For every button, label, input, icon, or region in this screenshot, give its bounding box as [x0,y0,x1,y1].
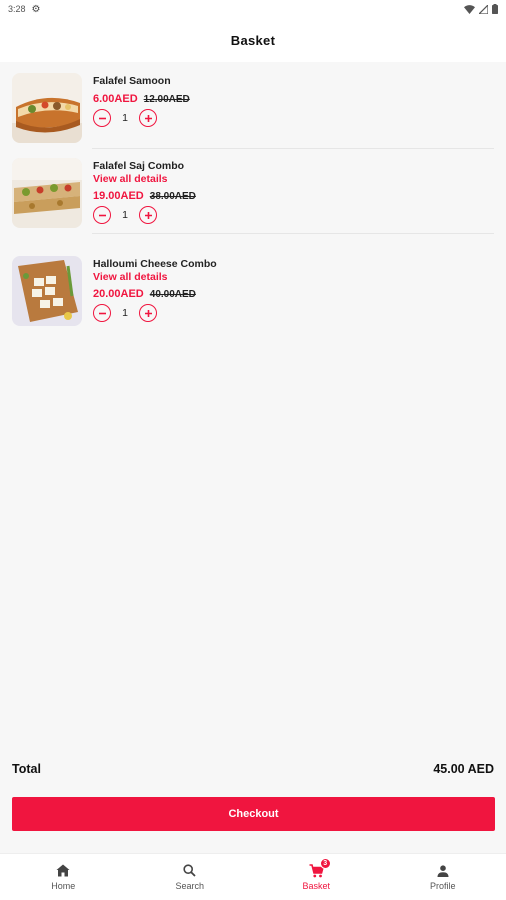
basket-item[interactable]: Halloumi Cheese Combo View all details 2… [12,256,494,326]
quantity-value: 1 [122,209,128,221]
nav-label: Home [51,880,76,891]
quantity-stepper: 1 [93,304,217,322]
nav-basket[interactable]: 3 Basket [253,854,380,900]
status-indicators [464,4,498,14]
nav-label: Basket [302,880,330,891]
item-name: Falafel Samoon [93,75,171,87]
status-time: 3:28 [8,4,26,14]
signal-icon [479,4,488,14]
plus-icon [144,211,152,219]
decrease-quantity-button[interactable] [93,304,111,322]
search-icon [183,864,196,878]
price-line: 6.00AED 12.00AED [93,93,190,105]
item-info: Falafel Samoon 6.00AED 12.00AED 1 [93,73,190,127]
plus-icon [144,114,152,122]
total-row: Total 45.00 AED [12,762,494,776]
battery-icon [492,4,498,14]
quantity-stepper: 1 [93,206,196,224]
item-name: Halloumi Cheese Combo [93,258,217,270]
home-icon [56,864,70,878]
minus-icon [98,117,106,119]
app-header: Basket [0,18,506,62]
settings-gear-icon: ⚙ [31,3,41,15]
item-old-price: 38.00AED [149,191,196,202]
item-price: 6.00AED [93,93,138,105]
nav-search[interactable]: Search [127,854,254,900]
total-value: 45.00 AED [433,762,494,776]
falafel-saj-combo-image [12,158,82,228]
basket-item[interactable]: Falafel Samoon 6.00AED 12.00AED 1 [12,73,494,149]
total-label: Total [12,762,41,776]
page-title: Basket [230,32,276,48]
basket-icon: 3 [309,857,331,878]
price-line: 19.00AED 38.00AED [93,190,196,202]
status-bar: 3:28 ⚙ [0,0,506,18]
quantity-value: 1 [122,112,128,124]
nav-home[interactable]: Home [0,854,127,900]
checkout-button[interactable]: Checkout [12,797,495,831]
minus-icon [98,214,106,216]
increase-quantity-button[interactable] [139,304,157,322]
falafel-samoon-image [12,73,82,143]
quantity-value: 1 [122,307,128,319]
view-details-link[interactable]: View all details [93,271,217,283]
item-price: 20.00AED [93,288,144,300]
item-info: Halloumi Cheese Combo View all details 2… [93,256,217,322]
item-old-price: 40.00AED [149,289,196,300]
halloumi-cheese-combo-image [12,256,82,326]
increase-quantity-button[interactable] [139,109,157,127]
item-price: 19.00AED [93,190,144,202]
view-details-link[interactable]: View all details [93,173,196,185]
bottom-nav: Home Search 3 Basket Profile [0,853,506,900]
item-name: Falafel Saj Combo [93,160,185,172]
basket-item[interactable]: Falafel Saj Combo View all details 19.00… [12,158,494,234]
item-info: Falafel Saj Combo View all details 19.00… [93,158,196,224]
decrease-quantity-button[interactable] [93,206,111,224]
nav-profile[interactable]: Profile [380,854,506,900]
quantity-stepper: 1 [93,109,190,127]
increase-quantity-button[interactable] [139,206,157,224]
basket-count-badge: 3 [319,857,331,869]
decrease-quantity-button[interactable] [93,109,111,127]
wifi-icon [464,4,475,14]
item-old-price: 12.00AED [143,94,190,105]
nav-label: Profile [429,880,456,891]
plus-icon [144,309,152,317]
minus-icon [98,312,106,314]
nav-label: Search [175,880,205,891]
price-line: 20.00AED 40.00AED [93,288,217,300]
app-root: 3:28 ⚙ Basket Falafel Samoon 6.00AED 12.… [0,0,506,900]
profile-icon [437,864,449,878]
